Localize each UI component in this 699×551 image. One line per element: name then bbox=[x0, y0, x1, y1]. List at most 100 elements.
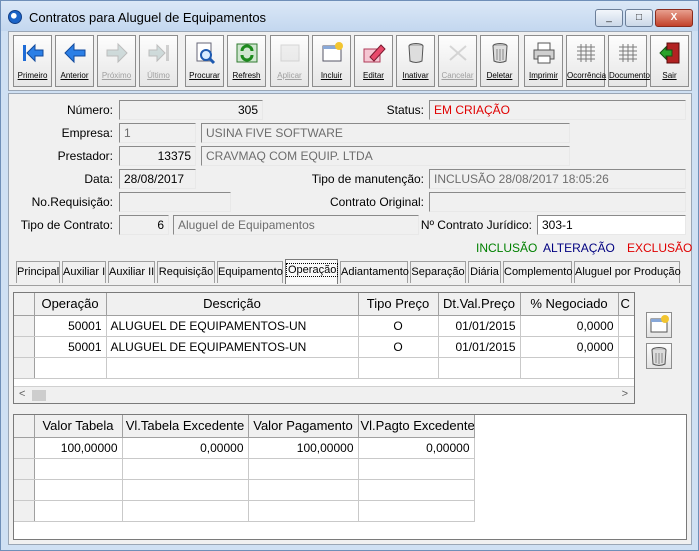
column-header-negociado[interactable]: % Negociado bbox=[520, 293, 619, 316]
empresa-name-field: USINA FIVE SOFTWARE bbox=[201, 123, 570, 143]
scroll-right-arrow[interactable]: > bbox=[622, 388, 628, 400]
table-row-empty[interactable] bbox=[14, 357, 634, 379]
minimize-button[interactable]: _ bbox=[595, 9, 623, 27]
toolbar-button-label: Anterior bbox=[60, 71, 89, 80]
cell-dt-val-preco[interactable]: 01/01/2015 bbox=[438, 336, 521, 358]
cell-tipo-preco[interactable]: O bbox=[358, 315, 439, 337]
imprimir-button[interactable]: Imprimir bbox=[524, 35, 563, 87]
tab-equipamento[interactable]: Equipamento bbox=[217, 261, 283, 283]
tab-requisicao[interactable]: Requisição bbox=[157, 261, 215, 283]
tab-principal[interactable]: Principal bbox=[16, 261, 60, 283]
tab-auxiliar-i[interactable]: Auxiliar I bbox=[62, 261, 106, 283]
cell-descricao[interactable]: ALUGUEL DE EQUIPAMENTOS-UN bbox=[106, 336, 359, 358]
search-icon bbox=[192, 41, 218, 65]
first-record-icon bbox=[20, 41, 46, 65]
requisicao-field[interactable] bbox=[119, 192, 231, 212]
cell-descricao[interactable]: ALUGUEL DE EQUIPAMENTOS-UN bbox=[106, 315, 359, 337]
cell-valor-pagamento[interactable]: 100,00000 bbox=[248, 437, 359, 459]
editar-button[interactable]: Editar bbox=[354, 35, 393, 87]
contrato-original-label: Contrato Original: bbox=[329, 195, 424, 209]
incluir-button[interactable]: Incluir bbox=[312, 35, 351, 87]
cell-tipo-preco[interactable]: O bbox=[358, 336, 439, 358]
table-row-empty[interactable] bbox=[14, 479, 475, 501]
cell-operacao[interactable]: 50001 bbox=[34, 315, 107, 337]
scroll-thumb[interactable] bbox=[32, 390, 46, 401]
table-row-empty[interactable] bbox=[14, 500, 475, 522]
column-header-valor-pagamento[interactable]: Valor Pagamento bbox=[248, 415, 359, 438]
tab-auxiliar-ii[interactable]: Auxiliar II bbox=[108, 261, 155, 283]
numero-field[interactable]: 305 bbox=[119, 100, 263, 120]
anterior-button[interactable]: Anterior bbox=[55, 35, 94, 87]
contrato-juridico-label: Nº Contrato Jurídico: bbox=[420, 218, 532, 232]
sair-button[interactable]: Sair bbox=[650, 35, 689, 87]
cell-negociado[interactable]: 0,0000 bbox=[520, 336, 619, 358]
cell-vl-pagto-excedente[interactable]: 0,00000 bbox=[358, 437, 475, 459]
table-row[interactable]: 100,00000 0,00000 100,00000 0,00000 bbox=[14, 437, 475, 459]
aplicar-button[interactable]: Aplicar bbox=[270, 35, 309, 87]
inativar-button[interactable]: Inativar bbox=[396, 35, 435, 87]
tipo-contrato-code-field[interactable]: 6 bbox=[119, 215, 169, 235]
cancel-icon bbox=[445, 41, 471, 65]
delete-operation-button[interactable] bbox=[646, 343, 672, 369]
tab-operacao[interactable]: Operação bbox=[285, 259, 339, 284]
column-header-tipo-preco[interactable]: Tipo Preço bbox=[358, 293, 439, 316]
cell-valor-tabela[interactable]: 100,00000 bbox=[34, 437, 123, 459]
status-label: Status: bbox=[386, 103, 424, 117]
contrato-juridico-field[interactable]: 303-1 bbox=[537, 215, 686, 235]
toolbar-button-label: Procurar bbox=[189, 71, 220, 80]
prestador-name-field: CRAVMAQ COM EQUIP. LTDA bbox=[201, 146, 570, 166]
contrato-original-field[interactable] bbox=[429, 192, 686, 212]
primeiro-button[interactable]: Primeiro bbox=[13, 35, 52, 87]
operations-horizontal-scrollbar[interactable]: < > bbox=[14, 386, 634, 403]
operations-header-row: Operação Descrição Tipo Preço Dt.Val.Pre… bbox=[14, 293, 634, 316]
empresa-code-field[interactable]: 1 bbox=[119, 123, 196, 143]
operations-grid: Operação Descrição Tipo Preço Dt.Val.Pre… bbox=[13, 292, 635, 404]
cancelar-button[interactable]: Cancelar bbox=[438, 35, 477, 87]
add-operation-button[interactable] bbox=[646, 312, 672, 338]
add-record-icon bbox=[319, 41, 345, 65]
column-header-c[interactable]: C bbox=[618, 293, 634, 316]
scroll-left-arrow[interactable]: < bbox=[19, 388, 25, 400]
status-field: EM CRIAÇÃO bbox=[429, 100, 686, 120]
column-header-descricao[interactable]: Descrição bbox=[106, 293, 359, 316]
toolbar: Primeiro Anterior Próximo Último Procurar Ref… bbox=[8, 31, 692, 91]
tab-aluguel-por-producao[interactable]: Aluguel por Produção bbox=[574, 261, 681, 283]
table-row[interactable]: 50001 ALUGUEL DE EQUIPAMENTOS-UN O 01/01… bbox=[14, 315, 634, 337]
deletar-button[interactable]: Deletar bbox=[480, 35, 519, 87]
toolbar-button-label: Aplicar bbox=[277, 71, 302, 80]
table-row[interactable]: 50001 ALUGUEL DE EQUIPAMENTOS-UN O 01/01… bbox=[14, 336, 634, 358]
tab-complemento[interactable]: Complemento bbox=[503, 261, 572, 283]
table-row-empty[interactable] bbox=[14, 458, 475, 480]
toolbar-button-label: Editar bbox=[363, 71, 384, 80]
prestador-label: Prestador: bbox=[57, 149, 113, 163]
cell-dt-val-preco[interactable]: 01/01/2015 bbox=[438, 315, 521, 337]
window-title: Contratos para Aluguel de Equipamentos bbox=[29, 10, 267, 25]
column-header-valor-tabela[interactable]: Valor Tabela bbox=[34, 415, 123, 438]
values-header-row: Valor Tabela Vl.Tabela Excedente Valor P… bbox=[14, 415, 475, 438]
cell-operacao[interactable]: 50001 bbox=[34, 336, 107, 358]
cell-negociado[interactable]: 0,0000 bbox=[520, 315, 619, 337]
ultimo-button[interactable]: Último bbox=[139, 35, 178, 87]
documento-button[interactable]: Documento bbox=[608, 35, 650, 87]
column-header-operacao[interactable]: Operação bbox=[34, 293, 107, 316]
column-header-vl-tabela-excedente[interactable]: Vl.Tabela Excedente bbox=[122, 415, 249, 438]
procurar-button[interactable]: Procurar bbox=[185, 35, 224, 87]
cell-vl-tabela-excedente[interactable]: 0,00000 bbox=[122, 437, 249, 459]
toolbar-button-label: Imprimir bbox=[529, 71, 558, 80]
column-header-vl-pagto-excedente[interactable]: Vl.Pagto Excedente bbox=[358, 415, 475, 438]
refresh-button[interactable]: Refresh bbox=[227, 35, 266, 87]
tab-diaria[interactable]: Diária bbox=[468, 261, 501, 283]
toolbar-button-label: Cancelar bbox=[441, 71, 474, 80]
proximo-button[interactable]: Próximo bbox=[97, 35, 136, 87]
column-header-dt-val-preco[interactable]: Dt.Val.Preço bbox=[438, 293, 521, 316]
apply-icon bbox=[277, 41, 303, 65]
prestador-code-field[interactable]: 13375 bbox=[119, 146, 196, 166]
ocorrencia-button[interactable]: Ocorrência bbox=[566, 35, 606, 87]
data-field[interactable]: 28/08/2017 bbox=[119, 169, 196, 189]
tab-adiantamento[interactable]: Adiantamento bbox=[340, 261, 409, 283]
toolbar-button-label: Próximo bbox=[101, 71, 132, 80]
tab-separacao[interactable]: Separação bbox=[410, 261, 466, 283]
close-button[interactable]: X bbox=[655, 9, 693, 27]
main-window: Contratos para Aluguel de Equipamentos _… bbox=[0, 0, 699, 551]
maximize-button[interactable]: □ bbox=[625, 9, 653, 27]
